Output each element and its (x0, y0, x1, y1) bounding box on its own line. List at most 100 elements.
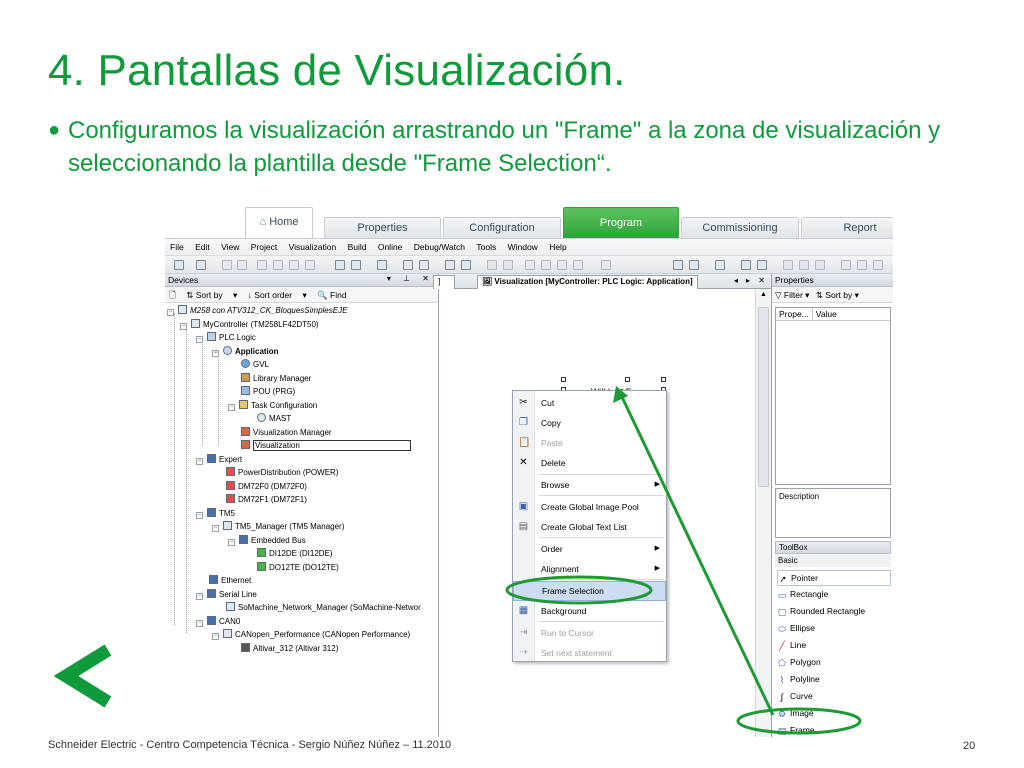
tree-dm72f0[interactable]: DM72F0 (DM72F0) (226, 481, 307, 494)
tree-task-configuration[interactable]: − Task Configuration (228, 400, 317, 413)
visualization-document-tab[interactable]: 🖼 Visualization [MyController: PLC Logic… (477, 275, 698, 289)
tree-dm72f1[interactable]: DM72F1 (DM72F1) (226, 494, 307, 507)
tree-library-manager[interactable]: Library Manager (241, 373, 311, 386)
tree-ethernet[interactable]: Ethernet (209, 575, 251, 588)
step-over-icon[interactable] (525, 260, 535, 270)
sort-by-button[interactable]: ⇅ Sort by ▾ (816, 290, 859, 300)
menu-item-delete[interactable]: ✕ Delete (513, 453, 666, 473)
print-icon[interactable] (196, 260, 206, 270)
menu-item-frame-selection[interactable]: Frame Selection (513, 581, 666, 601)
menu-tools[interactable]: Tools (471, 239, 500, 252)
logout-icon[interactable] (461, 260, 471, 270)
tree-tm5-manager[interactable]: − TM5_Manager (TM5 Manager) (212, 521, 344, 534)
align-middle-icon[interactable] (857, 260, 867, 270)
paste-icon[interactable] (289, 260, 299, 270)
menu-help[interactable]: Help (544, 239, 570, 252)
library-icon[interactable] (757, 260, 767, 270)
tree-visualization[interactable]: Visualization (241, 440, 411, 453)
tool-curve[interactable]: ∫ Curve (777, 689, 891, 705)
vertical-scrollbar[interactable]: ▲ (755, 289, 771, 737)
save-all-icon[interactable] (741, 260, 751, 270)
find-icon[interactable] (335, 260, 345, 270)
sort-order-button[interactable]: ↓ Sort order ▾ (248, 290, 307, 300)
build-icon[interactable] (403, 260, 413, 270)
align-top-icon[interactable] (841, 260, 851, 270)
resize-handle[interactable] (625, 377, 630, 382)
menu-project[interactable]: Project (246, 239, 281, 252)
tree-project[interactable]: − M258 con ATV312_CK_BloquesSimplesEJE (167, 305, 347, 318)
menu-item-cut[interactable]: ✂ Cut (513, 393, 666, 413)
tree-pou[interactable]: POU (PRG) (241, 386, 295, 399)
tree-canopen[interactable]: − CANopen_Performance (CANopen Performanc… (212, 629, 410, 642)
tool-line[interactable]: ╱ Line (777, 638, 891, 654)
find-button[interactable]: 🔍 Find (317, 290, 355, 300)
toolbox-category-basic[interactable]: Basic (775, 555, 891, 567)
undo-icon[interactable] (222, 260, 232, 270)
align-bottom-icon[interactable] (873, 260, 883, 270)
filter-button[interactable]: ▽ Filter ▾ (775, 290, 809, 300)
tree-embedded-bus[interactable]: − Embedded Bus (228, 535, 306, 548)
tree-visualization-manager[interactable]: Visualization Manager (241, 427, 332, 440)
tree-expert[interactable]: − Expert (196, 454, 242, 467)
menu-item-copy[interactable]: ❐ Copy (513, 413, 666, 433)
copy-icon[interactable] (273, 260, 283, 270)
run-icon[interactable] (487, 260, 497, 270)
tool-pointer[interactable]: ➚ Pointer (777, 570, 891, 586)
tree-controller[interactable]: − MyController (TM258LF42DT50) (180, 319, 319, 332)
tab-configuration[interactable]: Configuration (443, 217, 561, 238)
scroll-thumb[interactable] (758, 307, 769, 487)
delete-icon[interactable] (305, 260, 315, 270)
tree-do12te[interactable]: DO12TE (DO12TE) (257, 562, 339, 575)
menu-visualization[interactable]: Visualization (284, 239, 341, 252)
tool-polygon[interactable]: ⬠ Polygon (777, 655, 891, 671)
zoom-icon[interactable] (689, 260, 699, 270)
visualization-icon[interactable] (673, 260, 683, 270)
step-into-icon[interactable] (541, 260, 551, 270)
menu-item-order[interactable]: Order ▶ (513, 539, 666, 559)
tool-polyline[interactable]: ⌇ Polyline (777, 672, 891, 688)
menu-view[interactable]: View (216, 239, 243, 252)
cut-icon[interactable] (257, 260, 267, 270)
menu-item-set-next-statement[interactable]: ⇢ Set next statement (513, 643, 666, 663)
tool-image[interactable]: ⚙ Image (777, 706, 891, 722)
menu-file[interactable]: File (165, 239, 188, 252)
tree-can0[interactable]: − CAN0 (196, 616, 240, 629)
step-out-icon[interactable] (557, 260, 567, 270)
tool-rectangle[interactable]: ▭ Rectangle (777, 587, 891, 603)
tree-plc-logic[interactable]: − PLC Logic (196, 332, 256, 345)
breakpoint-icon[interactable] (573, 260, 583, 270)
stop-icon[interactable] (503, 260, 513, 270)
tree-powerdistribution[interactable]: PowerDistribution (POWER) (226, 467, 338, 480)
menu-window[interactable]: Window (503, 239, 542, 252)
menu-build[interactable]: Build (343, 239, 371, 252)
resize-handle[interactable] (561, 377, 566, 382)
value-column-header[interactable]: Value (813, 308, 840, 320)
menu-item-alignment[interactable]: Alignment ▶ (513, 559, 666, 579)
tree-network-manager[interactable]: SoMachine_Network_Manager (SoMachine-Net… (226, 602, 421, 615)
sort-by-button[interactable]: ⇅ Sort by ▾ (186, 290, 237, 300)
tab-commissioning[interactable]: Commissioning (681, 217, 799, 238)
back-chevron-icon[interactable] (52, 640, 122, 710)
replace-icon[interactable] (351, 260, 361, 270)
tree-application[interactable]: − Application (212, 346, 279, 359)
property-column-header[interactable]: Prope... (776, 308, 813, 320)
tree-altivar[interactable]: Altivar_312 (Altivar 312) (241, 643, 338, 656)
resize-handle[interactable] (661, 377, 666, 382)
align-center-icon[interactable] (799, 260, 809, 270)
menu-item-create-global-image-pool[interactable]: ▣ Create Global Image Pool (513, 497, 666, 517)
menu-item-background[interactable]: ▦ Background (513, 601, 666, 621)
align-left-icon[interactable] (783, 260, 793, 270)
menu-edit[interactable]: Edit (190, 239, 214, 252)
tree-di12de[interactable]: DI12DE (DI12DE) (257, 548, 333, 561)
tool-rounded-rectangle[interactable]: ▢ Rounded Rectangle (777, 604, 891, 620)
menu-item-create-global-text-list[interactable]: ▤ Create Global Text List (513, 517, 666, 537)
menu-item-browse[interactable]: Browse ▶ (513, 475, 666, 495)
tab-report[interactable]: Report (801, 217, 893, 238)
tab-home[interactable]: ⌂ Home (245, 207, 313, 238)
tree-mast[interactable]: MAST (257, 413, 291, 426)
tree-tm5[interactable]: − TM5 (196, 508, 235, 521)
arrow-icon[interactable] (601, 260, 611, 270)
redo-icon[interactable] (237, 260, 247, 270)
tab-navigation[interactable]: ◂ ▸ ✕ (734, 276, 768, 285)
tool-ellipse[interactable]: ⬭ Ellipse (777, 621, 891, 637)
